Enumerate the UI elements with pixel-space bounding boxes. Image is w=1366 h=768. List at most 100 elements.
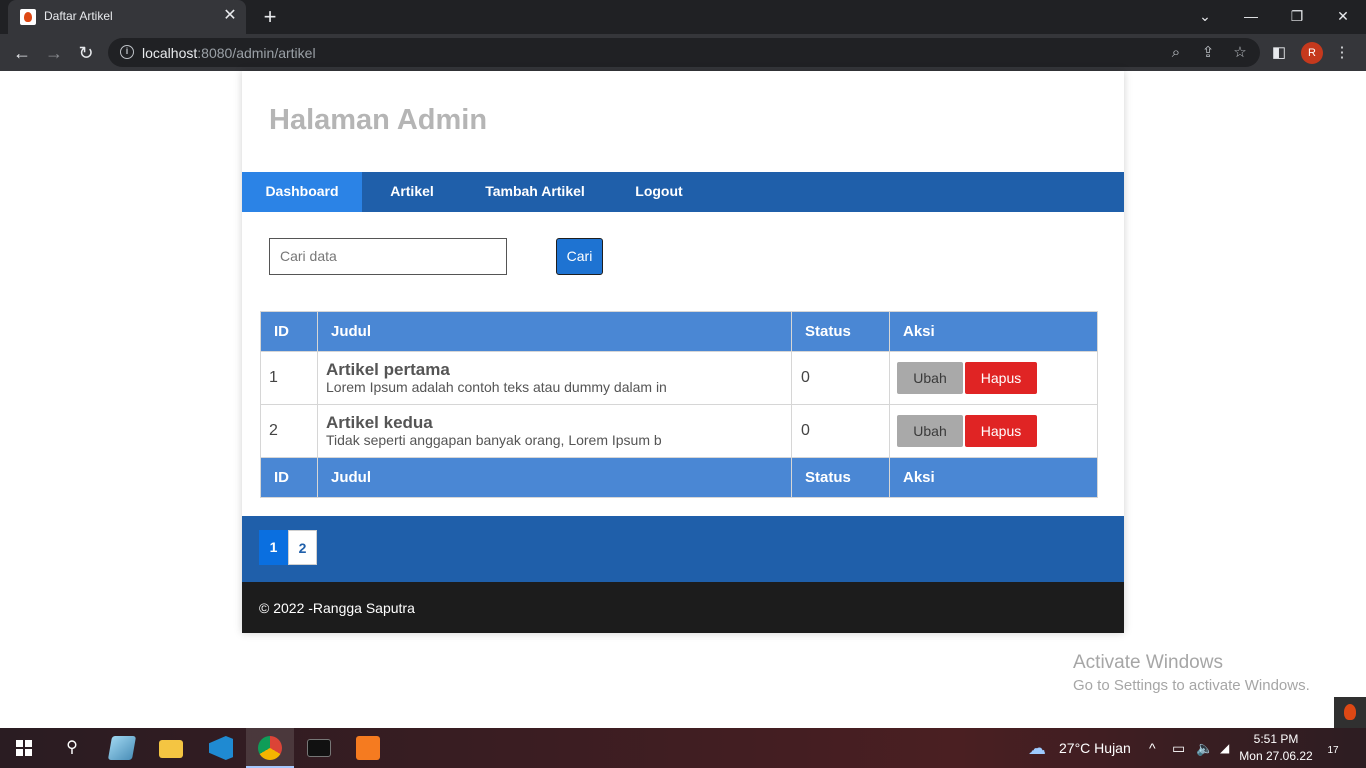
notification-count: 17 bbox=[1327, 745, 1339, 756]
browser-tab-bar: Daftar Artikel ✕ + ⌄ — ❐ ✕ bbox=[0, 0, 1366, 34]
clock-date: Mon 27.06.22 bbox=[1239, 749, 1313, 763]
page-link-1[interactable]: 1 bbox=[259, 530, 288, 565]
footer-copyright: © 2022 -Rangga Saputra bbox=[259, 600, 415, 616]
side-panel-icon[interactable]: ◧ bbox=[1267, 41, 1291, 65]
back-arrow-icon[interactable]: ← bbox=[10, 41, 34, 65]
row-id: 2 bbox=[260, 404, 318, 458]
zoom-icon[interactable]: ⌕ bbox=[1165, 42, 1187, 64]
article-title: Artikel pertama bbox=[326, 360, 450, 379]
table-header-row: ID Judul Status Aksi bbox=[260, 311, 1098, 352]
url-text[interactable]: localhost:8080/admin/artikel bbox=[142, 45, 316, 61]
menu-kebab-icon[interactable]: ⋮ bbox=[1330, 41, 1354, 65]
search-icon: ⚲ bbox=[66, 739, 78, 756]
battery-icon[interactable]: ▭ bbox=[1172, 728, 1185, 768]
article-snippet: Lorem Ipsum adalah contoh teks atau dumm… bbox=[326, 379, 667, 395]
table-row: 2 Artikel kedua Tidak seperti anggapan b… bbox=[260, 404, 1098, 458]
row-id: 1 bbox=[260, 351, 318, 405]
reload-icon[interactable]: ↻ bbox=[74, 41, 98, 65]
activate-windows-watermark: Activate Windows Go to Settings to activ… bbox=[1073, 652, 1310, 694]
tab-search-chevron-icon[interactable]: ⌄ bbox=[1182, 0, 1228, 32]
footer-aksi: Aksi bbox=[889, 457, 1098, 498]
taskbar-app-vscode[interactable] bbox=[197, 728, 245, 768]
folder-icon bbox=[159, 740, 183, 758]
row-judul: Artikel kedua Tidak seperti anggapan ban… bbox=[317, 404, 792, 458]
minimize-window-icon[interactable]: — bbox=[1228, 0, 1274, 32]
site-footer: © 2022 -Rangga Saputra bbox=[242, 582, 1124, 633]
delete-button[interactable]: Hapus bbox=[965, 415, 1037, 447]
taskbar-app-file-explorer[interactable] bbox=[147, 728, 195, 768]
forward-arrow-icon[interactable]: → bbox=[42, 41, 66, 65]
taskbar-app-terminal[interactable] bbox=[295, 728, 343, 768]
xampp-icon bbox=[356, 736, 380, 760]
close-window-icon[interactable]: ✕ bbox=[1320, 0, 1366, 32]
close-tab-icon[interactable]: ✕ bbox=[220, 6, 240, 26]
footer-id: ID bbox=[260, 457, 318, 498]
footer-judul: Judul bbox=[317, 457, 792, 498]
pagination-bar: 1 2 bbox=[242, 516, 1124, 582]
new-tab-icon[interactable]: + bbox=[258, 5, 282, 29]
taskbar-app-xampp[interactable] bbox=[344, 728, 392, 768]
article-title: Artikel kedua bbox=[326, 413, 433, 432]
row-status: 0 bbox=[791, 404, 890, 458]
system-clock[interactable]: 5:51 PM Mon 27.06.22 bbox=[1238, 731, 1314, 765]
header-status: Status bbox=[791, 311, 890, 352]
browser-toolbar: ← → ↻ i localhost:8080/admin/artikel ⌕ ⇪… bbox=[0, 34, 1366, 71]
chrome-icon bbox=[258, 736, 282, 760]
volume-icon[interactable]: 🔈 bbox=[1196, 728, 1213, 768]
windows-logo-icon bbox=[16, 740, 32, 756]
address-bar[interactable]: i localhost:8080/admin/artikel ⌕ ⇪ ☆ bbox=[108, 38, 1260, 67]
table-row: 1 Artikel pertama Lorem Ipsum adalah con… bbox=[260, 351, 1098, 405]
taskbar-app-chrome[interactable] bbox=[246, 728, 294, 768]
site-title: Halaman Admin bbox=[269, 104, 488, 136]
site-info-icon[interactable]: i bbox=[120, 45, 134, 59]
nav-dashboard[interactable]: Dashboard bbox=[242, 172, 362, 212]
watermark-title: Activate Windows bbox=[1073, 652, 1223, 673]
row-actions: Ubah Hapus bbox=[889, 351, 1098, 405]
nav-artikel[interactable]: Artikel bbox=[362, 172, 462, 212]
taskbar-search-button[interactable]: ⚲ bbox=[48, 728, 96, 768]
nav-logout[interactable]: Logout bbox=[618, 172, 700, 212]
profile-avatar[interactable]: R bbox=[1301, 42, 1323, 64]
terminal-icon bbox=[307, 739, 331, 757]
table-footer-row: ID Judul Status Aksi bbox=[260, 457, 1098, 498]
article-snippet: Tidak seperti anggapan banyak orang, Lor… bbox=[326, 432, 662, 448]
page-container: Halaman Admin Dashboard Artikel Tambah A… bbox=[242, 71, 1124, 633]
restore-window-icon[interactable]: ❐ bbox=[1274, 0, 1320, 32]
row-judul: Artikel pertama Lorem Ipsum adalah conto… bbox=[317, 351, 792, 405]
tab-title: Daftar Artikel bbox=[44, 9, 113, 23]
network-icon[interactable]: ◢ bbox=[1220, 728, 1229, 768]
show-hidden-icons-chevron-icon[interactable]: ^ bbox=[1149, 728, 1156, 768]
nav-tambah-artikel[interactable]: Tambah Artikel bbox=[468, 172, 602, 212]
row-status: 0 bbox=[791, 351, 890, 405]
delete-button[interactable]: Hapus bbox=[965, 362, 1037, 394]
header-id: ID bbox=[260, 311, 318, 352]
main-nav: Dashboard Artikel Tambah Artikel Logout bbox=[242, 172, 1124, 212]
header-aksi: Aksi bbox=[889, 311, 1098, 352]
row-actions: Ubah Hapus bbox=[889, 404, 1098, 458]
bookmark-star-icon[interactable]: ☆ bbox=[1229, 42, 1251, 64]
start-button[interactable] bbox=[0, 728, 48, 768]
weather-text[interactable]: 27°C Hujan bbox=[1059, 728, 1131, 768]
header-judul: Judul bbox=[317, 311, 792, 352]
article-table: ID Judul Status Aksi 1 Artikel pertama L… bbox=[260, 311, 1098, 498]
edit-button[interactable]: Ubah bbox=[897, 362, 963, 394]
page-link-2[interactable]: 2 bbox=[288, 530, 317, 565]
weather-icon[interactable]: ☁ bbox=[1028, 728, 1046, 768]
taskbar-app-notepad[interactable] bbox=[98, 728, 146, 768]
edit-button[interactable]: Ubah bbox=[897, 415, 963, 447]
windows-taskbar: ⚲ ☁ 27°C Hujan ^ ▭ 🔈 ◢ 5:51 PM Mon 27.06… bbox=[0, 728, 1366, 768]
url-path: :8080/admin/artikel bbox=[197, 45, 316, 61]
watermark-subtitle: Go to Settings to activate Windows. bbox=[1073, 677, 1310, 694]
share-icon[interactable]: ⇪ bbox=[1197, 42, 1219, 64]
footer-status: Status bbox=[791, 457, 890, 498]
pagination: 1 2 bbox=[259, 530, 317, 565]
search-input[interactable]: Cari data bbox=[269, 238, 507, 275]
url-host: localhost bbox=[142, 45, 198, 61]
notepad-icon bbox=[107, 736, 137, 760]
site-header: Halaman Admin bbox=[242, 71, 1124, 172]
codeigniter-debug-toolbar-icon[interactable] bbox=[1334, 697, 1366, 728]
vscode-icon bbox=[209, 736, 233, 760]
browser-tab[interactable]: Daftar Artikel ✕ bbox=[8, 0, 246, 34]
search-button[interactable]: Cari bbox=[556, 238, 603, 275]
notification-center-icon[interactable]: 17 bbox=[1322, 738, 1344, 758]
